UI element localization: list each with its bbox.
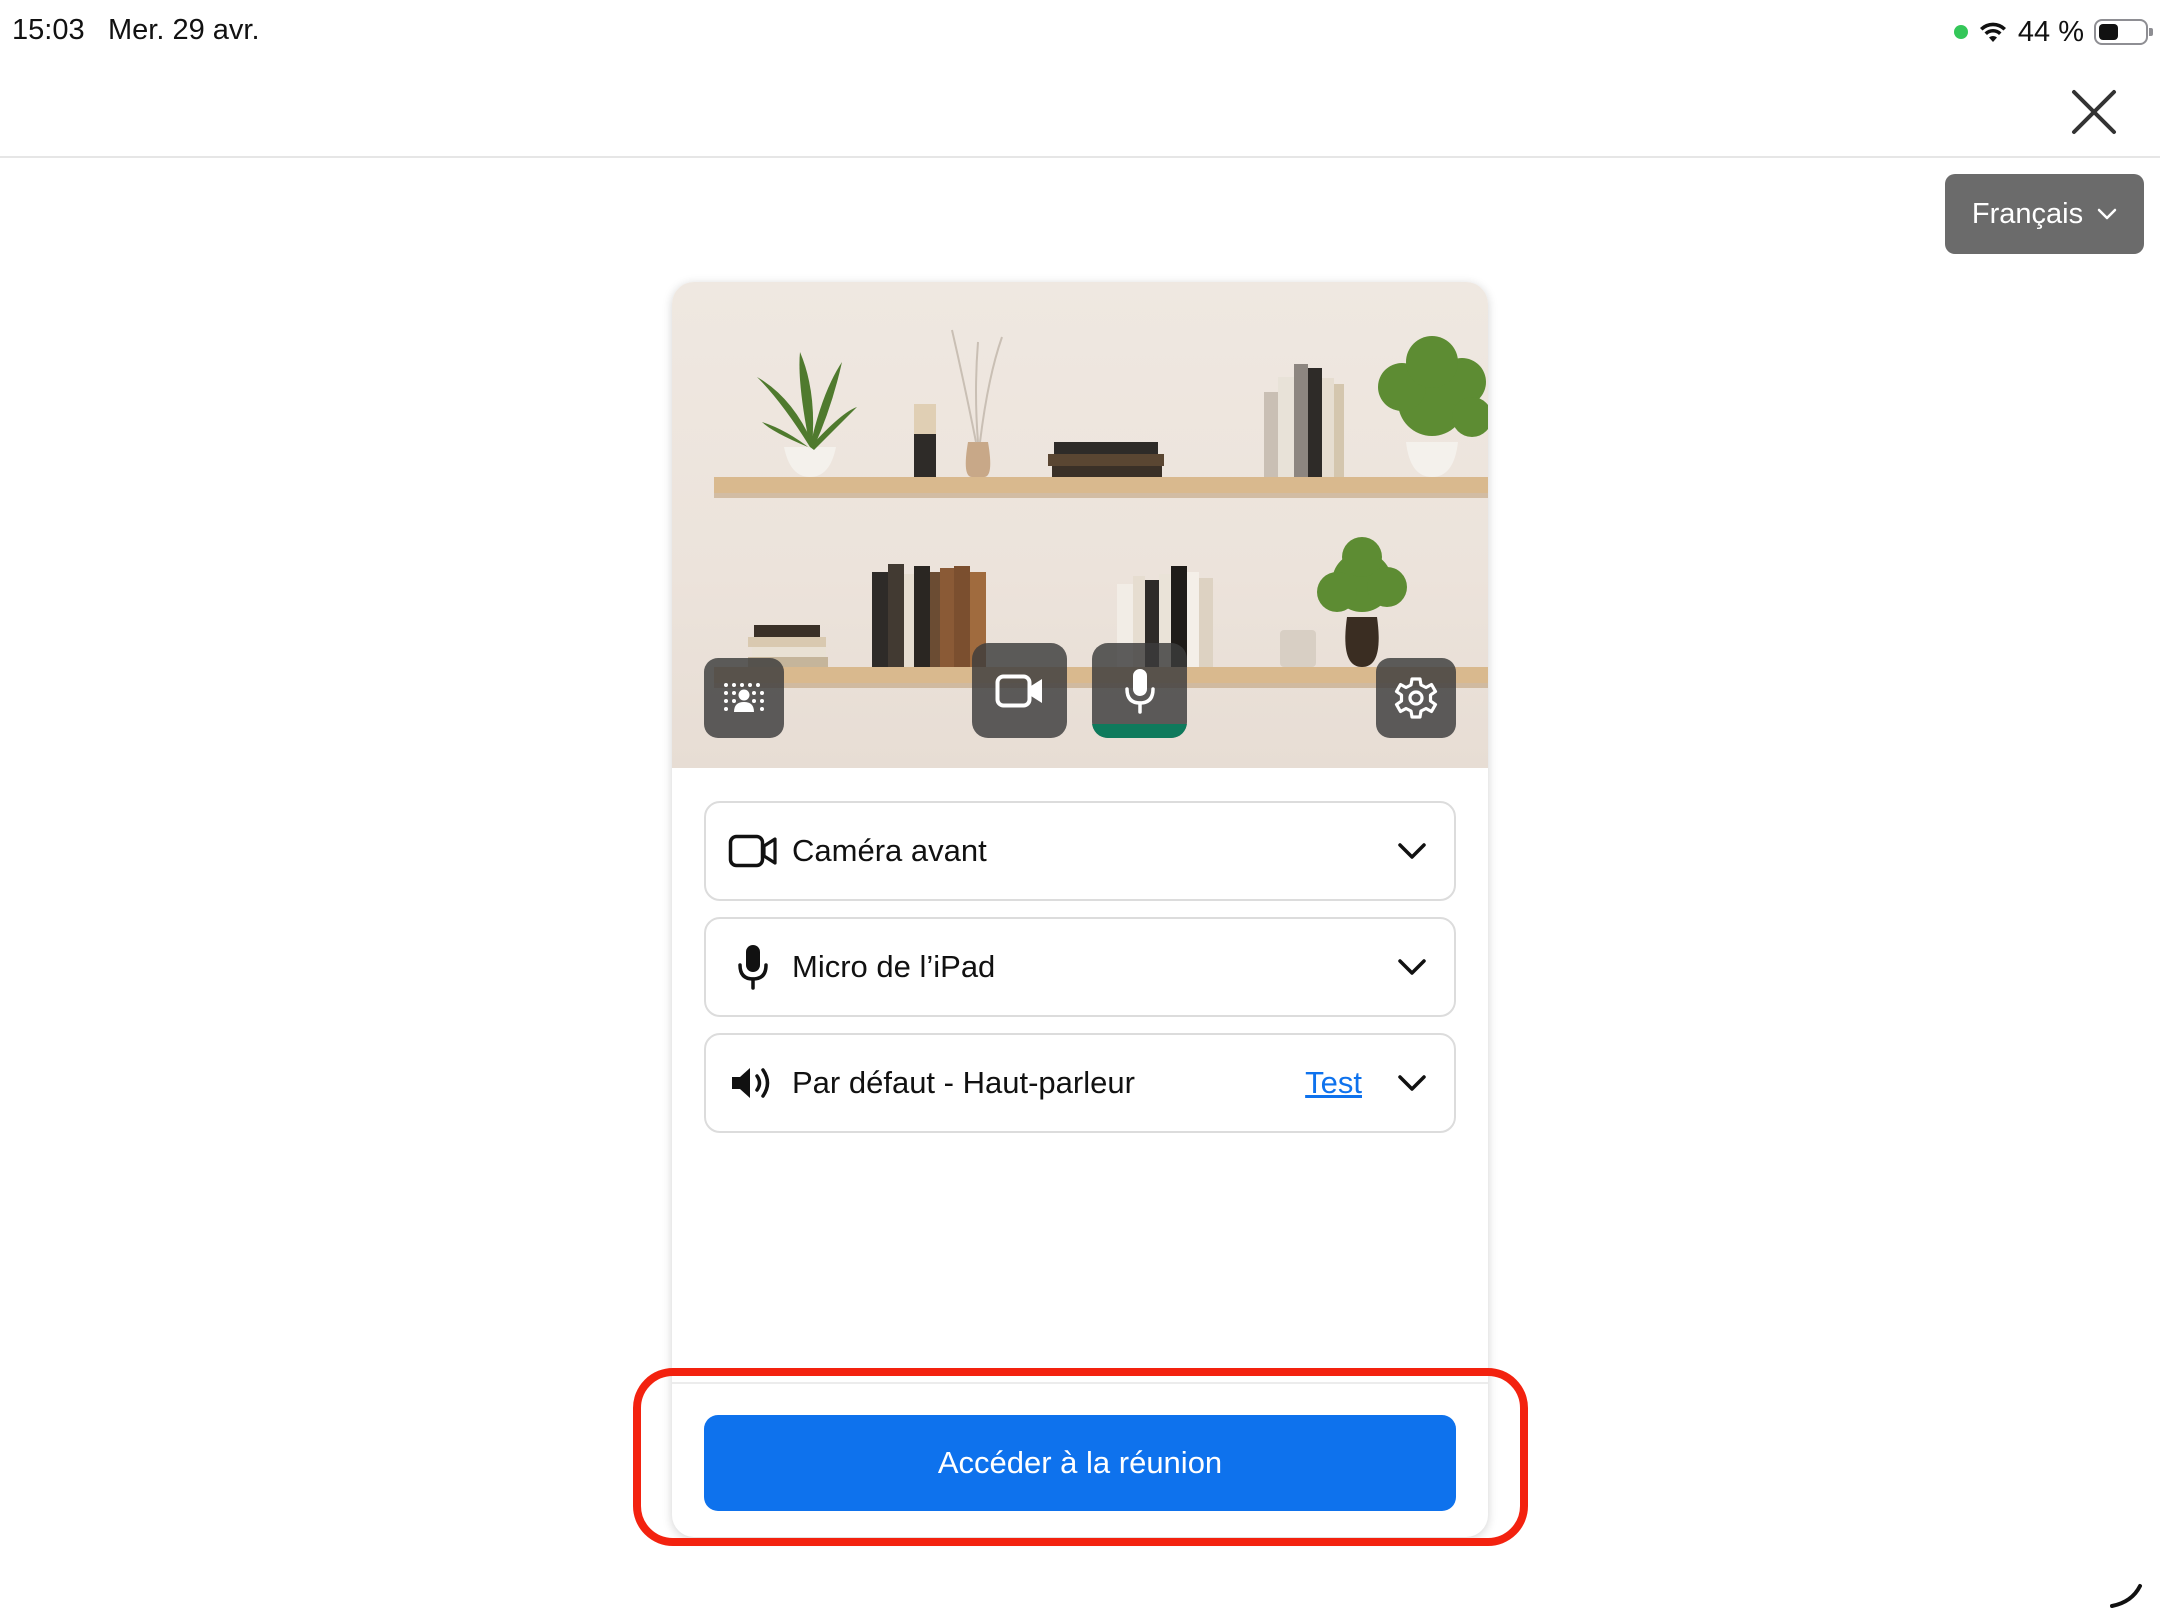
- top-bar: [0, 64, 2160, 158]
- microphone-level-indicator: [1092, 724, 1187, 738]
- camera-icon: [995, 674, 1042, 707]
- background-scene-image: [714, 329, 1488, 688]
- gear-icon: [1394, 677, 1438, 719]
- virtual-background-icon: [724, 683, 764, 712]
- microphone-select-value: Micro de l’iPad: [792, 949, 996, 984]
- camera-select[interactable]: Caméra avant: [704, 801, 1456, 901]
- chevron-down-icon: [1398, 843, 1426, 859]
- camera-in-use-indicator: [1953, 25, 1968, 39]
- battery-icon: [2094, 19, 2153, 45]
- join-meeting-button[interactable]: Accéder à la réunion: [704, 1415, 1456, 1511]
- wifi-icon: [1979, 22, 2006, 42]
- language-dropdown[interactable]: Français: [1945, 174, 2144, 254]
- camera-select-value: Caméra avant: [792, 833, 987, 868]
- speaker-icon: [732, 1068, 770, 1098]
- microphone-icon: [738, 945, 768, 990]
- camera-toggle-button[interactable]: [972, 643, 1067, 738]
- chevron-down-icon: [2097, 208, 2117, 220]
- speaker-select[interactable]: Par défaut - Haut-parleur Test: [704, 1033, 1456, 1133]
- speaker-row-icon-wrap: [728, 1058, 778, 1108]
- language-label: Français: [1971, 197, 2084, 230]
- chevron-down-icon: [1398, 1075, 1426, 1091]
- camera-icon: [728, 834, 777, 868]
- close-button[interactable]: [2068, 86, 2120, 138]
- loading-arc-icon: [2110, 1584, 2142, 1608]
- chevron-down-icon: [1398, 959, 1426, 975]
- preview-card: Caméra avant Micro de l’iPad Par défaut …: [672, 282, 1488, 1537]
- status-bar: 15:03 Mer. 29 avr. 44 %: [0, 0, 2160, 64]
- settings-button[interactable]: [1376, 658, 1456, 738]
- speaker-select-value: Par défaut - Haut-parleur: [792, 1065, 1135, 1100]
- status-date: Mer. 29 avr.: [108, 14, 260, 46]
- microphone-icon: [1124, 668, 1155, 714]
- virtual-background-button[interactable]: [704, 658, 784, 738]
- close-icon: [2072, 90, 2116, 134]
- footer-divider: [672, 1382, 1488, 1384]
- test-speaker-link[interactable]: Test: [1305, 1065, 1362, 1101]
- battery-level: [2099, 24, 2119, 40]
- status-time: 15:03: [12, 14, 85, 46]
- battery-percentage: 44 %: [2017, 15, 2084, 48]
- camera-row-icon-wrap: [728, 826, 778, 876]
- microphone-select[interactable]: Micro de l’iPad: [704, 917, 1456, 1017]
- microphone-row-icon-wrap: [728, 942, 778, 992]
- video-preview: [672, 282, 1488, 768]
- microphone-toggle-button[interactable]: [1092, 643, 1187, 738]
- status-indicators: 44 %: [1953, 14, 2153, 50]
